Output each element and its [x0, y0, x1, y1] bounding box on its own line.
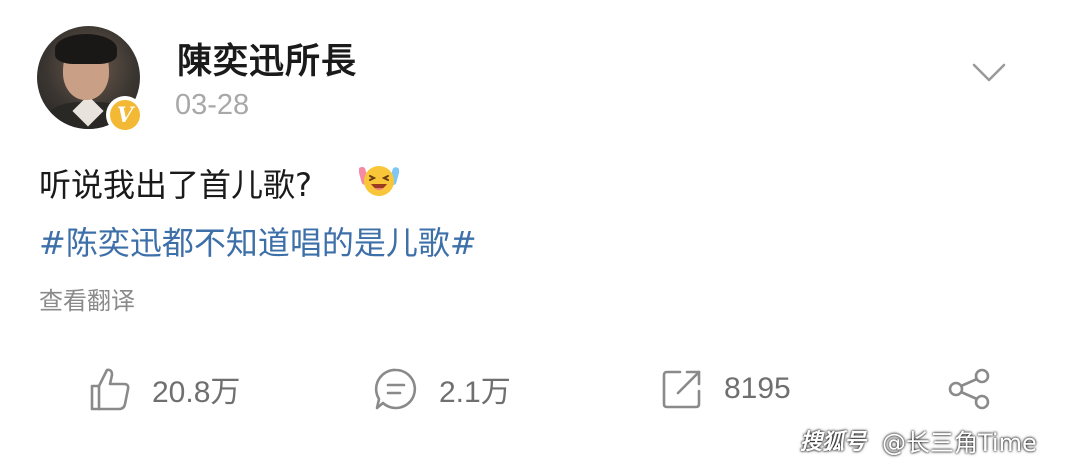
laughing-cheering-emoji	[359, 166, 399, 196]
like-button[interactable]: 20.8万	[88, 365, 240, 413]
watermark-text: @长三角Time	[882, 428, 1037, 457]
repost-count: 8195	[724, 372, 791, 405]
comment-count: 2.1万	[439, 376, 511, 409]
weibo-post-card: V 陳奕迅所長 03-28 听说我出了首儿歌? #陈奕迅都不知道唱的是儿歌# 查…	[0, 0, 1080, 461]
watermark-brand: 搜狐号	[800, 430, 867, 455]
repost-icon	[662, 370, 701, 409]
like-count: 20.8万	[152, 376, 241, 409]
verified-badge-icon: V	[106, 96, 144, 134]
post-date: 03-28	[175, 89, 250, 121]
verified-badge-letter: V	[110, 100, 140, 130]
username[interactable]: 陳奕迅所長	[177, 33, 357, 84]
hashtag-topic-link[interactable]: #陈奕迅都不知道唱的是儿歌#	[39, 218, 477, 264]
avatar-hair	[55, 34, 117, 64]
share-icon	[948, 368, 990, 410]
thumbs-up-icon	[90, 368, 130, 411]
chevron-down-icon[interactable]	[972, 62, 1006, 84]
translate-link[interactable]: 查看翻译	[39, 281, 135, 316]
repost-button[interactable]: 8195	[660, 365, 791, 413]
post-text: 听说我出了首儿歌?	[39, 166, 312, 204]
comment-icon	[374, 368, 417, 410]
watermark: 搜狐号 @长三角Time	[800, 423, 1037, 457]
share-button[interactable]	[945, 365, 993, 413]
comment-button[interactable]: 2.1万	[373, 365, 511, 413]
